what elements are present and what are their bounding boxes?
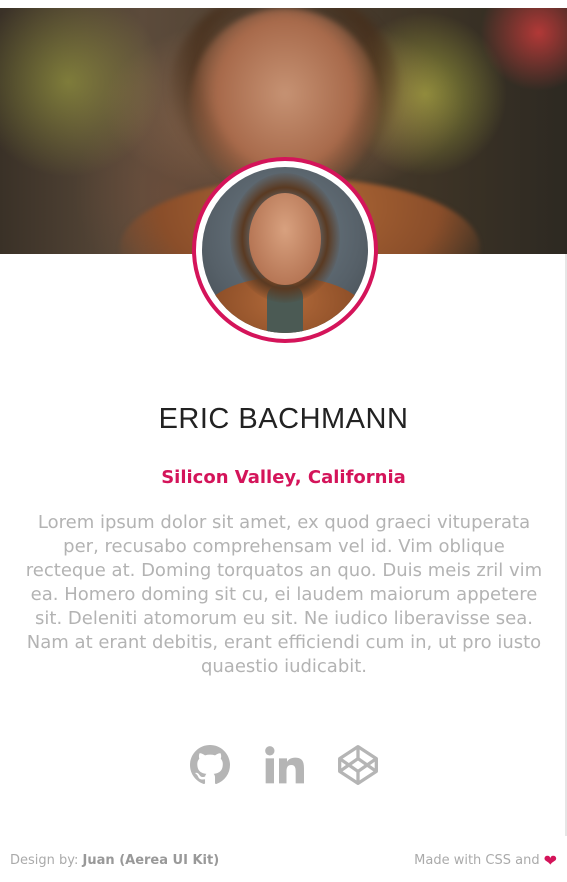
profile-location: Silicon Valley, California bbox=[161, 467, 406, 488]
footer-made-with: Made with CSS and ❤ bbox=[414, 851, 557, 870]
footer-design-prefix: Design by: bbox=[10, 853, 79, 868]
github-link[interactable] bbox=[188, 743, 232, 787]
footer-credit: Design by: Juan (Aerea UI Kit) bbox=[10, 853, 219, 868]
avatar-face bbox=[249, 193, 321, 285]
linkedin-icon bbox=[264, 746, 304, 784]
social-links bbox=[0, 743, 567, 787]
profile-bio: Lorem ipsum dolor sit amet, ex quod grae… bbox=[25, 512, 543, 677]
avatar bbox=[192, 157, 378, 343]
codepen-icon bbox=[337, 745, 378, 785]
linkedin-link[interactable] bbox=[262, 743, 306, 787]
heart-icon: ❤ bbox=[543, 851, 557, 870]
avatar-photo bbox=[202, 167, 368, 333]
footer-designer-link[interactable]: Juan (Aerea UI Kit) bbox=[83, 853, 220, 868]
codepen-link[interactable] bbox=[336, 743, 380, 787]
profile-card-page: ERIC BACHMANN Silicon Valley, California… bbox=[0, 0, 567, 882]
footer-made-with-text: Made with CSS and bbox=[414, 853, 540, 868]
profile-name: ERIC BACHMANN bbox=[158, 403, 409, 435]
github-icon bbox=[189, 745, 230, 785]
